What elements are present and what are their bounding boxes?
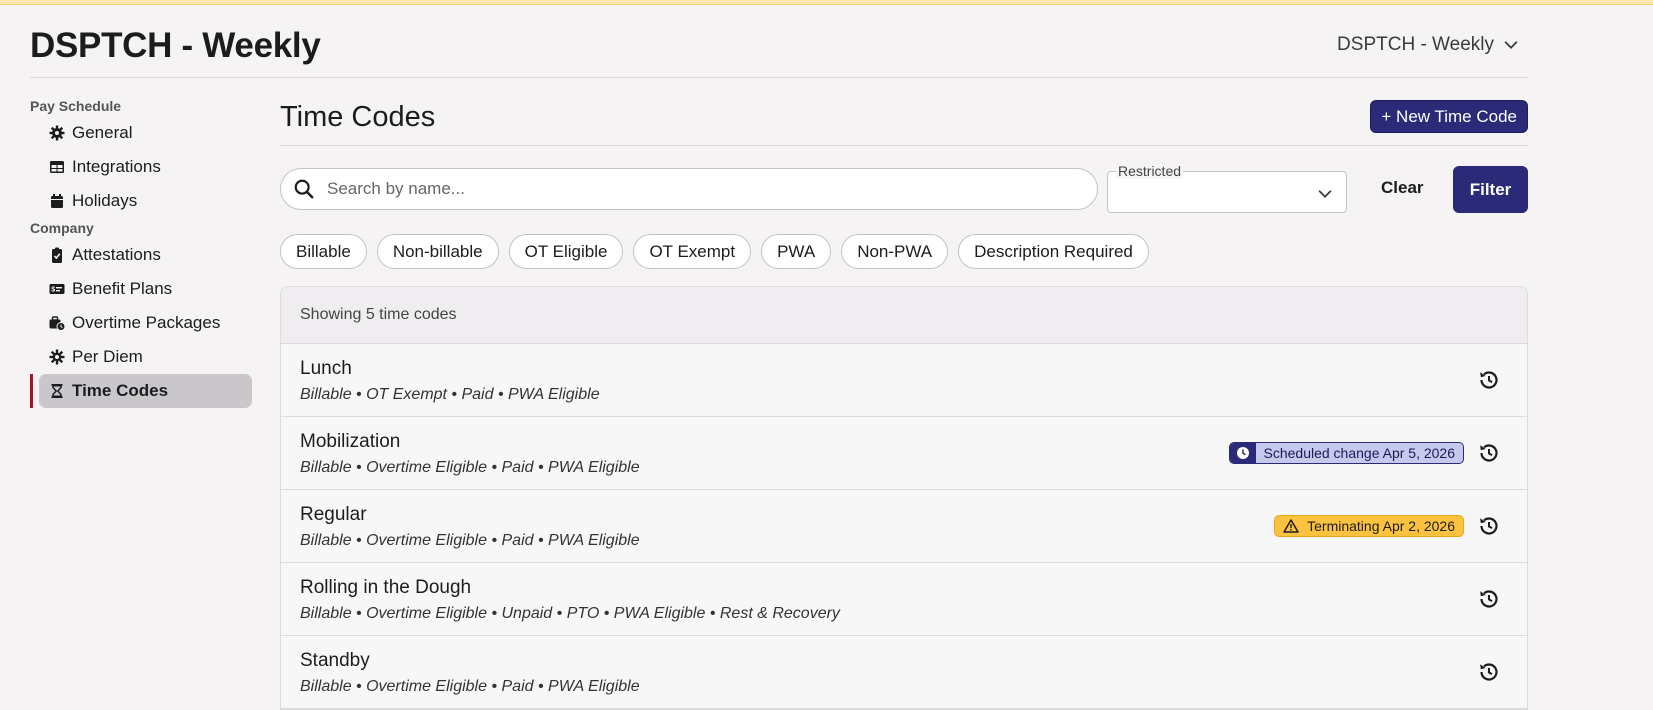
sidebar-item-label: Time Codes [72, 381, 169, 400]
clipboard-check-icon [48, 246, 66, 264]
sidebar-item-general[interactable]: General [30, 116, 252, 150]
briefcase-clock-icon [48, 314, 66, 332]
list-item[interactable]: Regular Billable • Overtime Eligible • P… [281, 490, 1527, 563]
new-time-code-button[interactable]: + New Time Code [1370, 100, 1528, 133]
time-code-list: Showing 5 time codes Lunch Billable • OT… [280, 286, 1528, 710]
time-code-name: Rolling in the Dough [300, 577, 472, 598]
history-icon[interactable] [1477, 441, 1501, 465]
calendar-icon [48, 192, 66, 210]
hourglass-icon [48, 382, 66, 400]
page-title: Time Codes [280, 101, 436, 133]
money-check-icon: $ [48, 280, 66, 298]
scheduled-change-badge: Scheduled change Apr 5, 2026 [1228, 442, 1464, 464]
history-icon[interactable] [1477, 514, 1501, 538]
gear-icon [48, 348, 66, 366]
chip-non-pwa[interactable]: Non-PWA [841, 234, 949, 269]
svg-text:$: $ [51, 287, 55, 294]
time-code-tags: Billable • Overtime Eligible • Paid • PW… [300, 532, 640, 549]
sidebar: Pay Schedule General Integrations Holida… [30, 96, 252, 408]
page-header: DSPTCH - Weekly DSPTCH - Weekly [30, 26, 1528, 78]
sidebar-item-label: Holidays [72, 191, 138, 210]
history-icon[interactable] [1477, 660, 1501, 684]
restricted-label: Restricted [1116, 163, 1184, 179]
schedule-switcher-label: DSPTCH - Weekly [1337, 34, 1494, 55]
sidebar-item-benefit-plans[interactable]: $ Benefit Plans [30, 272, 252, 306]
clear-button[interactable]: Clear [1381, 178, 1424, 198]
time-code-tags: Billable • Overtime Eligible • Unpaid • … [300, 605, 840, 622]
list-item[interactable]: Mobilization Billable • Overtime Eligibl… [281, 417, 1527, 490]
badge-label: Terminating Apr 2, 2026 [1307, 518, 1455, 534]
search-icon [294, 179, 314, 199]
time-code-name: Mobilization [300, 431, 401, 452]
filter-button[interactable]: Filter [1453, 166, 1528, 213]
list-item[interactable]: Rolling in the Dough Billable • Overtime… [281, 563, 1527, 636]
sidebar-item-label: General [72, 123, 133, 142]
search-input[interactable] [327, 179, 1067, 199]
chip-description-required[interactable]: Description Required [958, 234, 1149, 269]
main-content: Time Codes + New Time Code Restricted Cl… [280, 96, 1528, 710]
table-icon [48, 158, 66, 176]
time-code-tags: Billable • OT Exempt • Paid • PWA Eligib… [300, 386, 600, 403]
badge-label: Scheduled change Apr 5, 2026 [1263, 445, 1456, 461]
time-code-tags: Billable • Overtime Eligible • Paid • PW… [300, 678, 640, 695]
sidebar-item-holidays[interactable]: Holidays [30, 184, 252, 218]
sidebar-item-label: Per Diem [72, 347, 143, 366]
sidebar-item-label: Integrations [72, 157, 161, 176]
time-code-tags: Billable • Overtime Eligible • Paid • PW… [300, 459, 640, 476]
sidebar-item-overtime-packages[interactable]: Overtime Packages [30, 306, 252, 340]
filter-bar: Restricted Clear Filter [280, 163, 1528, 214]
top-banner-strip [0, 0, 1653, 5]
warning-icon [1283, 519, 1299, 533]
sidebar-item-time-codes[interactable]: Time Codes [30, 374, 252, 408]
chip-billable[interactable]: Billable [280, 234, 367, 269]
list-item[interactable]: Lunch Billable • OT Exempt • Paid • PWA … [281, 344, 1527, 417]
sidebar-item-label: Attestations [72, 245, 161, 264]
sidebar-item-label: Benefit Plans [72, 279, 173, 298]
restricted-select[interactable]: Restricted [1107, 163, 1347, 213]
search-box[interactable] [280, 168, 1098, 210]
sidebar-item-attestations[interactable]: Attestations [30, 238, 252, 272]
sidebar-item-label: Overtime Packages [72, 313, 221, 332]
clock-icon [1229, 443, 1256, 463]
schedule-switcher[interactable]: DSPTCH - Weekly [1337, 34, 1520, 56]
sidebar-item-per-diem[interactable]: Per Diem [30, 340, 252, 374]
time-code-name: Standby [300, 650, 370, 671]
list-summary: Showing 5 time codes [281, 287, 1527, 344]
chip-ot-exempt[interactable]: OT Exempt [633, 234, 752, 269]
history-icon[interactable] [1477, 368, 1501, 392]
page-title-bar: Time Codes + New Time Code [280, 96, 1528, 146]
time-code-name: Regular [300, 504, 367, 525]
time-code-name: Lunch [300, 358, 352, 379]
chevron-down-icon [1318, 190, 1332, 198]
list-item[interactable]: Standby Billable • Overtime Eligible • P… [281, 636, 1527, 709]
gear-icon [48, 124, 66, 142]
sidebar-section-pay-schedule: Pay Schedule [30, 98, 122, 114]
chip-pwa[interactable]: PWA [761, 234, 832, 269]
chevron-down-icon [1504, 41, 1518, 49]
sidebar-section-company: Company [30, 220, 94, 236]
history-icon[interactable] [1477, 587, 1501, 611]
terminating-badge: Terminating Apr 2, 2026 [1274, 515, 1464, 537]
sidebar-item-integrations[interactable]: Integrations [30, 150, 252, 184]
app-title: DSPTCH - Weekly [30, 26, 321, 65]
chip-non-billable[interactable]: Non-billable [376, 234, 499, 269]
filter-chips: Billable Non-billable OT Eligible OT Exe… [280, 234, 1149, 270]
chip-ot-eligible[interactable]: OT Eligible [508, 234, 624, 269]
